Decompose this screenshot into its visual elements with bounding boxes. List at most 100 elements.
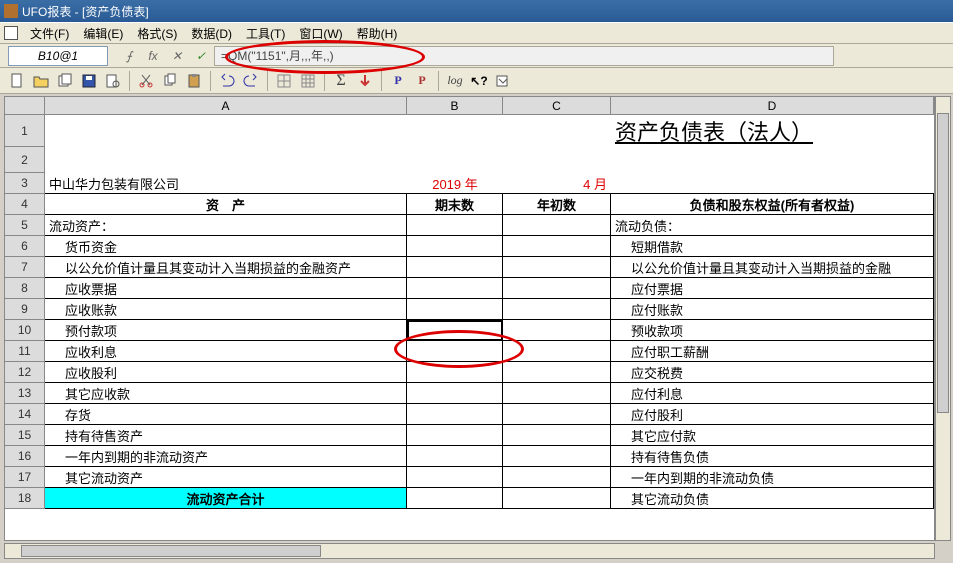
row-header[interactable]: 17 [5,467,45,488]
liability-item[interactable]: 应付利息 [611,383,934,404]
asset-item[interactable]: 存货 [45,404,407,425]
row-header[interactable]: 13 [5,383,45,404]
header-liab[interactable]: 负债和股东权益(所有者权益) [611,194,934,215]
asset-item[interactable]: 一年内到期的非流动资产 [45,446,407,467]
row-header[interactable]: 4 [5,194,45,215]
separator [324,71,325,91]
col-header-c[interactable]: C [503,97,611,114]
col-header-a[interactable]: A [45,97,407,114]
row-header[interactable]: 7 [5,257,45,278]
header-assets[interactable]: 资 产 [45,194,407,215]
selected-cell[interactable] [407,320,503,341]
asset-item[interactable]: 其它应收款 [45,383,407,404]
name-box[interactable]: B10@1 [8,46,108,66]
row-header[interactable]: 8 [5,278,45,299]
paste-icon[interactable] [183,70,205,92]
help-pointer-icon[interactable]: ↖? [468,70,490,92]
separator [438,71,439,91]
liability-item[interactable]: 应交税费 [611,362,934,383]
asset-item[interactable]: 其它流动资产 [45,467,407,488]
row-header[interactable]: 10 [5,320,45,341]
liability-item[interactable]: 以公允价值计量且其变动计入当期损益的金融 [611,257,934,278]
year-value[interactable]: 2019 年 [407,173,503,194]
col-header-b[interactable]: B [407,97,503,114]
spreadsheet-grid[interactable]: A B C D 1 资产负债表（法人） 2 3 中山华力包装有限公司 2019 … [4,96,935,541]
liability-item[interactable]: 一年内到期的非流动负债 [611,467,934,488]
window-title: UFO报表 - [资产负债表] [22,3,149,20]
menu-window[interactable]: 窗口(W) [293,23,348,44]
copy-icon[interactable] [159,70,181,92]
asset-item[interactable]: 以公允价值计量且其变动计入当期损益的金融资产 [45,257,407,278]
arrow-down-icon[interactable] [354,70,376,92]
preview-icon[interactable] [102,70,124,92]
menu-tools[interactable]: 工具(T) [240,23,291,44]
dropdown-icon[interactable] [492,70,514,92]
company-name[interactable]: 中山华力包装有限公司 [45,173,407,194]
formula-input[interactable]: =QM("1151",月,,,年,,) [214,46,834,66]
asset-item[interactable]: 货币资金 [45,236,407,257]
section-left[interactable]: 流动资产： [45,215,407,236]
asset-item[interactable]: 应收利息 [45,341,407,362]
confirm-icon[interactable]: ✓ [192,47,210,65]
menu-file[interactable]: 文件(F) [24,23,75,44]
row-header[interactable]: 9 [5,299,45,320]
asset-item[interactable]: 持有待售资产 [45,425,407,446]
liability-item[interactable]: 预收款项 [611,320,934,341]
new-icon[interactable] [6,70,28,92]
row-header[interactable]: 18 [5,488,45,509]
row-header[interactable]: 14 [5,404,45,425]
liability-item[interactable]: 应付票据 [611,278,934,299]
log-icon[interactable]: log [444,70,466,92]
section-right[interactable]: 流动负债： [611,215,934,236]
fx-wizard-icon[interactable]: ⨍ [120,47,138,65]
select-all-corner[interactable] [5,97,45,114]
total-assets[interactable]: 流动资产合计 [45,488,407,509]
row-header[interactable]: 6 [5,236,45,257]
liability-item[interactable]: 其它应付款 [611,425,934,446]
table-row: 7以公允价值计量且其变动计入当期损益的金融资产 以公允价值计量且其变动计入当期损益… [5,257,934,278]
liab-other[interactable]: 其它流动负债 [611,488,934,509]
liability-item[interactable]: 应付股利 [611,404,934,425]
cancel-icon[interactable]: ✕ [168,47,186,65]
cut-icon[interactable] [135,70,157,92]
liability-item[interactable]: 持有待售负债 [611,446,934,467]
open-icon[interactable] [30,70,52,92]
row-header[interactable]: 1 [5,115,45,147]
menu-data[interactable]: 数据(D) [185,23,238,44]
grid-icon[interactable] [273,70,295,92]
row-header[interactable]: 11 [5,341,45,362]
liability-item[interactable]: 应付职工薪酬 [611,341,934,362]
save-icon[interactable] [78,70,100,92]
vertical-scrollbar[interactable] [935,96,951,541]
row-header[interactable]: 12 [5,362,45,383]
header-begin[interactable]: 年初数 [503,194,611,215]
row-header[interactable]: 2 [5,147,45,173]
menu-edit[interactable]: 编辑(E) [77,23,129,44]
asset-item[interactable]: 应收账款 [45,299,407,320]
header-end[interactable]: 期末数 [407,194,503,215]
menu-format[interactable]: 格式(S) [131,23,183,44]
letter-p2-icon[interactable]: P [411,70,433,92]
row-header[interactable]: 5 [5,215,45,236]
liability-item[interactable]: 应付账款 [611,299,934,320]
formula-bar: B10@1 ⨍ fx ✕ ✓ =QM("1151",月,,,年,,) [0,44,953,68]
table-icon[interactable] [297,70,319,92]
table-row: 17其它流动资产 一年内到期的非流动负债 [5,467,934,488]
asset-item[interactable]: 预付款项 [45,320,407,341]
redo-icon[interactable] [240,70,262,92]
cards-icon[interactable] [54,70,76,92]
col-header-d[interactable]: D [611,97,934,114]
asset-item[interactable]: 应收票据 [45,278,407,299]
letter-p-icon[interactable]: P [387,70,409,92]
liability-item[interactable]: 短期借款 [611,236,934,257]
sigma-icon[interactable]: Σ [330,70,352,92]
row-header[interactable]: 3 [5,173,45,194]
row-header[interactable]: 16 [5,446,45,467]
asset-item[interactable]: 应收股利 [45,362,407,383]
month-value[interactable]: 4 月 [503,173,611,194]
undo-icon[interactable] [216,70,238,92]
horizontal-scrollbar[interactable] [4,543,935,559]
row-header[interactable]: 15 [5,425,45,446]
menu-help[interactable]: 帮助(H) [351,23,404,44]
fx-button[interactable]: fx [144,47,162,65]
